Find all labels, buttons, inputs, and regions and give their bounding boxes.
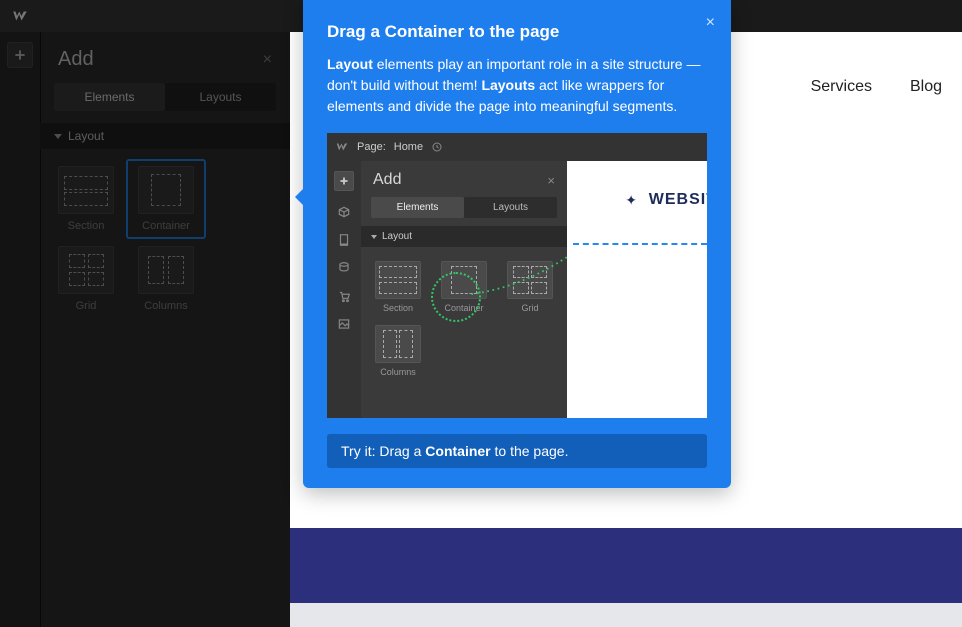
section-thumb-icon [58,166,114,214]
webflow-logo-icon[interactable] [0,0,40,32]
preview-site-title: WEBSIT [649,191,707,209]
plus-icon [334,171,354,191]
preview-item-section: Section [365,255,431,319]
preview-item-columns: Columns [365,319,431,383]
tooltip-arrow-icon [295,187,305,207]
ecommerce-icon [337,289,351,303]
close-icon[interactable]: × [706,14,715,32]
pages-icon [337,233,351,247]
preview-tab-layouts: Layouts [464,197,557,218]
element-label: Grid [76,300,97,312]
site-nav: Services Blog [811,78,942,96]
onboarding-tooltip: × Drag a Container to the page Layout el… [303,0,731,488]
drop-zone-indicator [573,243,707,245]
tooltip-preview-image: Page: Home Add × Element [327,133,707,418]
columns-thumb-icon [138,246,194,294]
preview-add-title: Add [373,171,401,189]
tooltip-body: Layout elements play an important role i… [327,54,707,117]
box-icon [337,205,351,219]
tooltip-try-it: Try it: Drag a Container to the page. [327,434,707,468]
cms-icon [337,261,351,275]
element-label: Columns [144,300,187,312]
add-panel: Add × Elements Layouts Layout Section Co… [40,32,290,627]
element-label: Container [142,220,190,232]
close-icon[interactable]: × [263,51,272,69]
nav-services[interactable]: Services [811,78,872,96]
preview-tab-elements: Elements [371,197,464,218]
sparkle-icon: ✦ [625,192,637,209]
preview-icon [431,141,443,153]
element-columns[interactable]: Columns [126,239,206,319]
layout-section-label: Layout [68,129,104,143]
preview-section-label: Layout [382,231,412,242]
add-panel-title: Add [58,48,94,71]
preview-item-container: Container [431,255,497,319]
chevron-down-icon [54,134,62,139]
element-label: Section [68,220,105,232]
close-icon: × [547,173,555,188]
add-element-button[interactable] [7,42,33,68]
nav-blog[interactable]: Blog [910,78,942,96]
preview-page-label: Page: [357,141,386,153]
grid-thumb-icon [58,246,114,294]
element-container[interactable]: Container [126,159,206,239]
chevron-down-icon [371,235,377,239]
element-section[interactable]: Section [46,159,126,239]
footer-strip [290,603,962,627]
hero-band [290,528,962,603]
tooltip-title: Drag a Container to the page [327,22,707,42]
preview-page-name: Home [394,141,423,153]
left-tool-rail [0,32,40,627]
preview-item-grid: Grid [497,255,563,319]
container-thumb-icon [138,166,194,214]
assets-icon [337,317,351,331]
tab-elements[interactable]: Elements [54,83,165,111]
tab-layouts[interactable]: Layouts [165,83,276,111]
layout-section-header[interactable]: Layout [40,123,290,149]
element-grid[interactable]: Grid [46,239,126,319]
